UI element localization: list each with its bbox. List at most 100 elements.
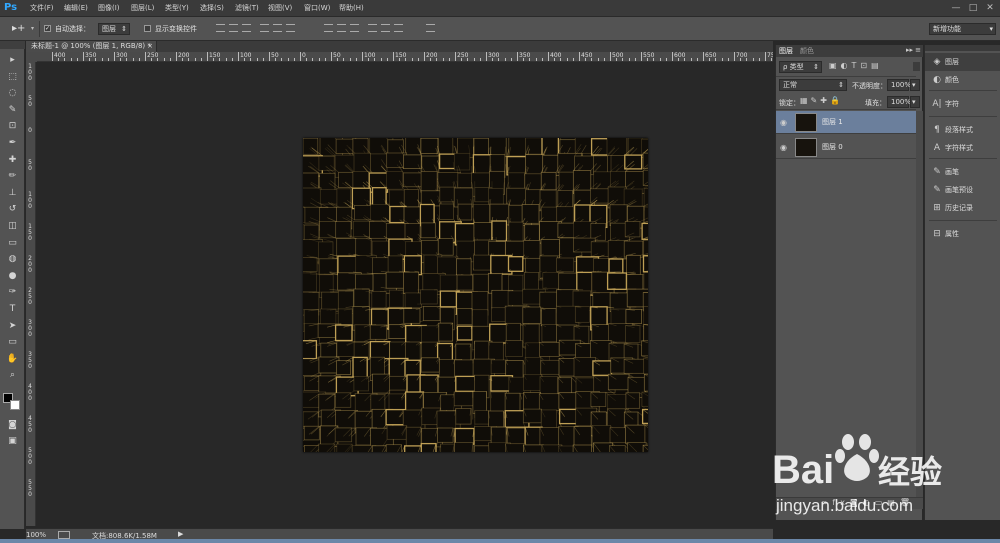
minimize-button[interactable]: — (950, 2, 962, 14)
filter-icons[interactable]: ▣◐T⊡▤ (829, 61, 907, 73)
ruler-tick (703, 52, 704, 61)
hand-icon[interactable]: ✋ (6, 353, 19, 366)
toolbar-grip[interactable] (0, 41, 25, 49)
dock-item-brush-panel[interactable]: ✎ 画笔 (925, 163, 1000, 181)
pen-icon[interactable]: ✑ (6, 286, 19, 299)
type-icon[interactable]: T (6, 303, 19, 316)
menu-item[interactable]: 编辑(E) (64, 0, 88, 17)
dock-grip[interactable] (925, 45, 1000, 51)
clone-stamp-icon[interactable]: ⊥ (6, 187, 19, 200)
background-color-swatch[interactable] (10, 400, 20, 410)
layers-scrollbar[interactable] (916, 111, 923, 497)
ruler-tick (535, 58, 537, 61)
eraser-icon[interactable]: ◫ (6, 220, 19, 233)
blend-mode-dropdown[interactable]: 正常 ⇕ (779, 79, 847, 91)
fill-slider-button[interactable]: ▾ (910, 96, 920, 108)
ruler-origin[interactable] (26, 52, 37, 62)
align-button-icon[interactable] (229, 24, 238, 32)
eyedropper-icon[interactable]: ✒ (6, 137, 19, 150)
tool-preset-dropdown-icon[interactable]: ▾ (31, 25, 34, 32)
rectangle-icon[interactable]: ▭ (6, 336, 19, 349)
history-icon: ⊞ (933, 203, 941, 213)
align-button-icon[interactable] (337, 24, 346, 32)
menu-item[interactable]: 窗口(W) (304, 0, 330, 17)
dodge-icon[interactable]: ● (6, 270, 19, 283)
visibility-eye-icon[interactable]: ◉ (780, 143, 789, 152)
horizontal-ruler[interactable]: 400 350 300 250 200 150 100 50 0 50 100 150 200 250 30… (37, 52, 773, 62)
ruler-tick (622, 58, 624, 61)
menu-item[interactable]: 文件(F) (30, 0, 54, 17)
align-button-icon[interactable] (394, 24, 403, 32)
align-button-icon[interactable] (368, 24, 377, 32)
status-menu-arrow-icon[interactable]: ▶ (178, 530, 183, 538)
layer-filter-dropdown[interactable]: ρ 类型 ⇕ (779, 61, 822, 73)
layer-row[interactable]: ◉ 图层 1 (776, 111, 916, 134)
auto-select-checkbox[interactable]: ✓ (44, 25, 51, 32)
align-button-icon[interactable] (260, 24, 269, 32)
opacity-input[interactable]: 100% (887, 79, 911, 91)
workspace-dropdown[interactable]: 新增功能 ▾ (929, 23, 996, 35)
align-button-icon[interactable] (426, 24, 435, 32)
blur-icon[interactable]: ◍ (6, 253, 19, 266)
collapse-panel-icon[interactable]: ▸▸ (906, 46, 913, 54)
layer-row[interactable]: ◉ 图层 0 (776, 136, 916, 159)
zoom-icon[interactable]: ⌕ (6, 369, 19, 382)
menu-item[interactable]: 图层(L) (131, 0, 154, 17)
healing-brush-icon[interactable]: ✚ (6, 154, 19, 167)
menu-item[interactable]: 选择(S) (200, 0, 224, 17)
fill-input[interactable]: 100% (887, 96, 911, 108)
dock-item-brush-presets[interactable]: ✎ 画笔预设 (925, 181, 1000, 199)
move-tool-icon[interactable]: ▸ (6, 54, 19, 67)
quick-select-icon[interactable]: ✎ (6, 104, 19, 117)
screen-mode-icon[interactable]: ▣ (6, 435, 19, 448)
lock-icons[interactable]: ▦✎✚🔒 (800, 96, 852, 106)
ruler-tick (647, 58, 649, 61)
align-button-icon[interactable] (242, 24, 251, 32)
close-tab-icon[interactable]: × (147, 41, 153, 52)
tab-color[interactable]: 颜色 (800, 45, 814, 57)
dock-item-history[interactable]: ⊞ 历史记录 (925, 199, 1000, 217)
document-canvas[interactable] (303, 138, 648, 452)
align-button-icon[interactable] (381, 24, 390, 32)
marquee-icon[interactable]: ⬚ (6, 71, 19, 84)
share-icon[interactable] (58, 531, 70, 539)
dock-item-character[interactable]: A| 字符 (925, 95, 1000, 113)
visibility-eye-icon[interactable]: ◉ (780, 118, 789, 127)
panel-menu-icon[interactable]: ≡ (915, 46, 921, 54)
gradient-icon[interactable]: ▭ (6, 237, 19, 250)
dock-item-layers[interactable]: ◈ 图层 (925, 53, 1000, 71)
dock-item-paragraph-styles[interactable]: ¶ 段落样式 (925, 121, 1000, 139)
opacity-slider-button[interactable]: ▾ (910, 79, 920, 91)
align-button-icon[interactable] (324, 24, 333, 32)
menu-item[interactable]: 帮助(H) (339, 0, 364, 17)
menu-item[interactable]: 图像(I) (98, 0, 120, 17)
show-transform-checkbox[interactable] (144, 25, 151, 32)
menu-item[interactable]: 类型(Y) (165, 0, 189, 17)
quick-mask-icon[interactable]: ◙ (6, 419, 19, 432)
ruler-tick (504, 58, 506, 61)
tab-layers[interactable]: 图层 (779, 45, 793, 57)
path-select-icon[interactable]: ➤ (6, 320, 19, 333)
dock-item-color[interactable]: ◐ 颜色 (925, 71, 1000, 89)
move-tool-icon[interactable]: ▸+ (12, 22, 26, 35)
menu-item[interactable]: 视图(V) (268, 0, 292, 17)
menu-item[interactable]: 滤镜(T) (235, 0, 259, 17)
document-tab[interactable]: 未标题-1 @ 100% (图层 1, RGB/8) * × (26, 41, 157, 52)
vertical-ruler[interactable]: 1 0 0 5 0 0 5 0 1 0 0 1 5 0 2 0 0 2 5 0 3 0 0 3 5… (26, 62, 36, 526)
dock-item-properties[interactable]: ⊟ 属性 (925, 225, 1000, 243)
align-button-icon[interactable] (216, 24, 225, 32)
align-button-icon[interactable] (273, 24, 282, 32)
history-brush-icon[interactable]: ↺ (6, 203, 19, 216)
dock-item-character-styles[interactable]: A 字符样式 (925, 139, 1000, 157)
align-button-icon[interactable] (350, 24, 359, 32)
align-button-icon[interactable] (286, 24, 295, 32)
auto-select-target-dropdown[interactable]: 图层 ⇕ (98, 23, 130, 35)
brush-icon[interactable]: ✏ (6, 170, 19, 183)
close-button[interactable]: ✕ (984, 2, 996, 14)
restore-button[interactable]: □ (967, 2, 979, 14)
lasso-icon[interactable]: ◌ (6, 87, 19, 100)
filter-toggle[interactable] (913, 62, 920, 71)
crop-icon[interactable]: ⊡ (6, 120, 19, 133)
canvas-area[interactable] (37, 62, 773, 526)
ruler-tick (709, 58, 711, 61)
